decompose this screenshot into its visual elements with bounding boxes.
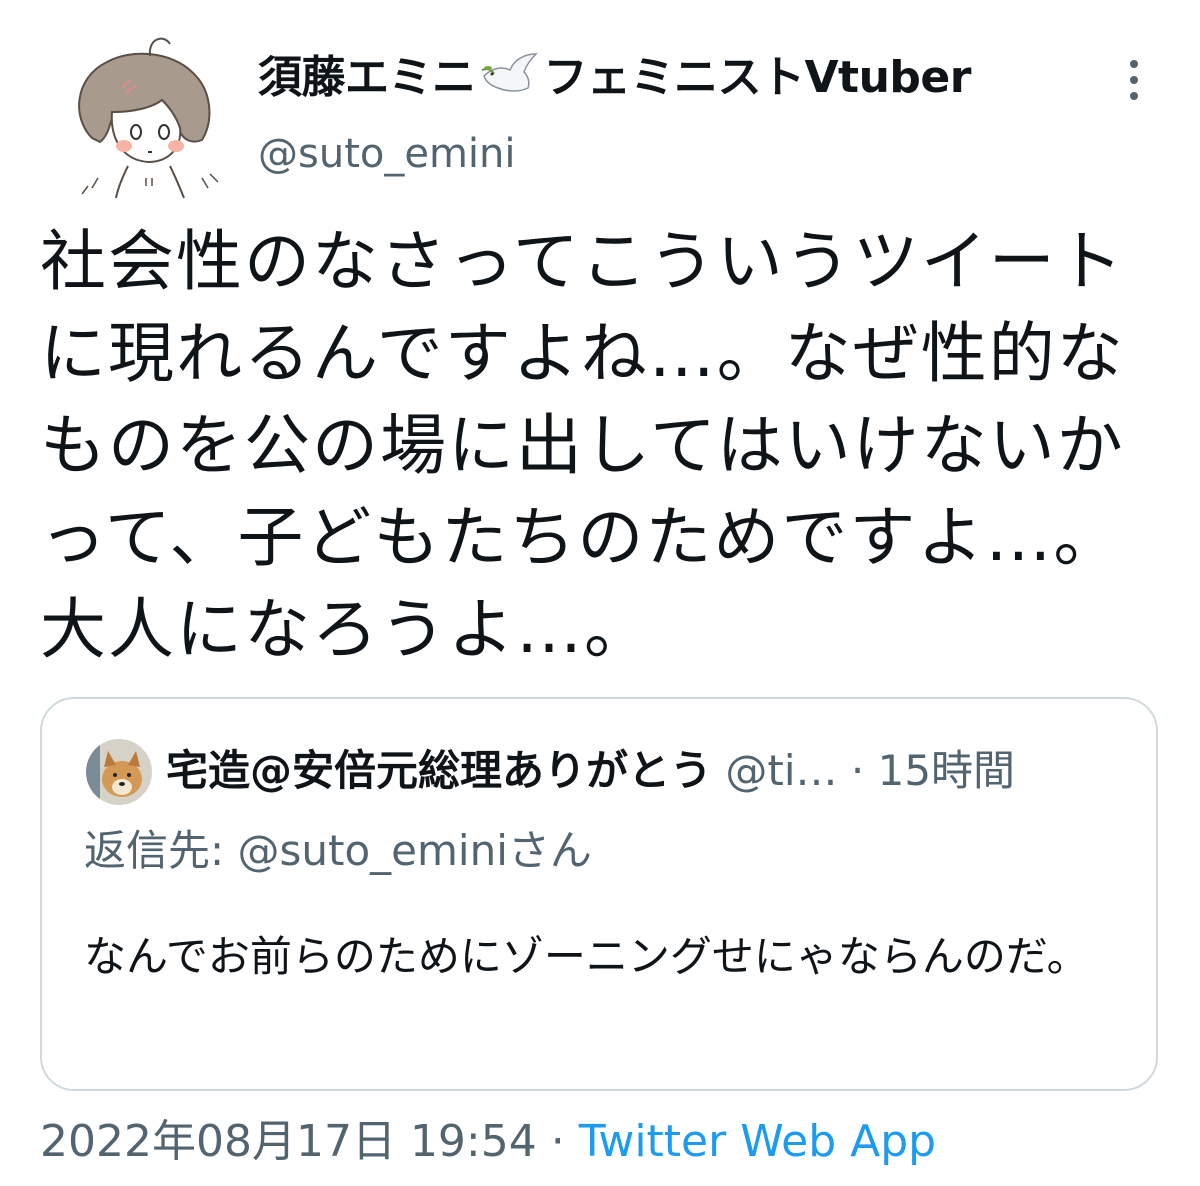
dove-icon: [481, 53, 538, 92]
quoted-author-avatar[interactable]: [86, 739, 152, 805]
quoted-author-handle[interactable]: @ti…: [725, 746, 837, 795]
tweet-text: 社会性のなさってこういうツイートに現れるんですよね…。なぜ性的なものを公の場に出…: [40, 223, 1125, 668]
dog-avatar-icon: [86, 739, 152, 805]
more-dot-icon: [1130, 60, 1138, 68]
author-name-suffix: フェミニストVtuber: [543, 52, 972, 103]
author-name-prefix: 須藤エミニ: [258, 52, 476, 103]
more-dot-icon: [1130, 76, 1138, 84]
more-dot-icon: [1130, 92, 1138, 100]
quoted-tweet-card[interactable]: 宅造@安倍元総理ありがとう @ti… · 15時間 返信先: @suto_emi…: [40, 697, 1158, 1091]
more-options-button[interactable]: [1110, 50, 1158, 110]
reply-prefix: 返信先:: [84, 826, 225, 875]
reply-mention[interactable]: @suto_eminiさん: [238, 826, 592, 875]
quoted-tweet-text: なんでお前らのためにゾーニングせにゃならんのだ。: [84, 932, 1089, 981]
tweet-footer: 2022年08月17日 19:54 · Twitter Web App: [40, 1112, 936, 1172]
footer-separator: ·: [550, 1116, 565, 1167]
quoted-reply-context: 返信先: @suto_eminiさん: [84, 821, 592, 881]
tweet-card: 須藤エミニ フェミニストVtuber @suto_emini 社会性のなさってこ…: [0, 0, 1200, 1186]
quoted-header: 宅造@安倍元総理ありがとう @ti… · 15時間: [166, 741, 1136, 801]
quoted-time[interactable]: 15時間: [878, 746, 1015, 795]
author-display-name[interactable]: 須藤エミニ フェミニストVtuber: [258, 46, 971, 108]
quoted-separator: ·: [850, 746, 865, 795]
author-handle[interactable]: @suto_emini: [258, 126, 516, 182]
quoted-author-name[interactable]: 宅造@安倍元総理ありがとう: [166, 746, 712, 795]
author-avatar[interactable]: [52, 28, 232, 208]
drawn-girl-avatar-icon: [78, 37, 219, 199]
tweet-source-link[interactable]: Twitter Web App: [579, 1116, 936, 1167]
tweet-timestamp[interactable]: 2022年08月17日 19:54: [40, 1116, 537, 1167]
